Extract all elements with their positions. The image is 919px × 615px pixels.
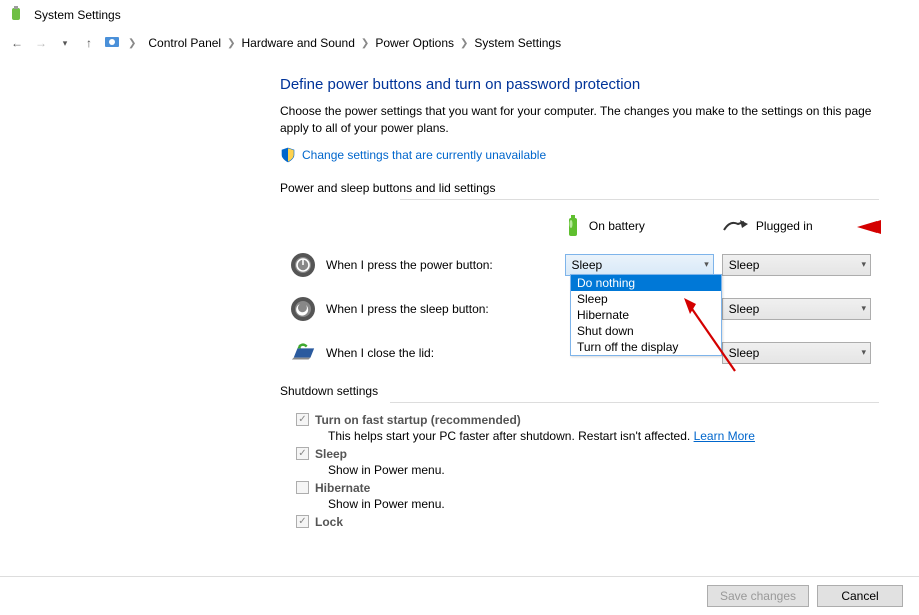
breadcrumb-item[interactable]: Control Panel	[148, 36, 221, 50]
plugged-column-header: Plugged in	[722, 218, 879, 234]
sleep-button-icon	[290, 296, 316, 322]
chevron-right-icon: ❯	[128, 38, 136, 49]
chevron-down-icon: ▾	[704, 259, 709, 270]
dropdown-option[interactable]: Shut down	[571, 323, 721, 339]
dropdown-option[interactable]: Sleep	[571, 291, 721, 307]
divider	[400, 199, 879, 200]
dropdown-option[interactable]: Do nothing	[571, 275, 721, 291]
save-changes-button[interactable]: Save changes	[707, 585, 809, 607]
dropdown-option[interactable]: Turn off the display	[571, 339, 721, 355]
power-table: On battery Plugged in When I press the p…	[290, 214, 879, 366]
lock-checkbox[interactable]	[296, 515, 309, 528]
power-options-icon	[8, 6, 26, 24]
dropdown-value: Sleep	[729, 346, 760, 360]
hibernate-label: Hibernate	[315, 481, 370, 495]
change-settings-link[interactable]: Change settings that are currently unava…	[302, 148, 546, 162]
power-button-label: When I press the power button:	[326, 258, 493, 272]
page-heading: Define power buttons and turn on passwor…	[280, 76, 879, 93]
battery-icon	[565, 214, 581, 238]
hibernate-sub: Show in Power menu.	[328, 497, 879, 511]
chevron-down-icon: ▾	[861, 347, 866, 358]
section-label: Shutdown settings	[280, 384, 879, 398]
main-content: Define power buttons and turn on passwor…	[0, 60, 919, 529]
dropdown-value: Sleep	[729, 302, 760, 316]
titlebar: System Settings	[0, 0, 919, 30]
lock-label: Lock	[315, 515, 343, 529]
power-button-icon	[290, 252, 316, 278]
plug-icon	[722, 218, 748, 234]
admin-link-row: Change settings that are currently unava…	[280, 147, 879, 163]
dropdown-options-list: Do nothing Sleep Hibernate Shut down Tur…	[570, 274, 722, 356]
power-plugged-dropdown[interactable]: Sleep ▾	[722, 254, 871, 276]
breadcrumb: Control Panel ❯ Hardware and Sound ❯ Pow…	[148, 36, 561, 50]
lid-icon	[290, 340, 316, 366]
sleep-button-label: When I press the sleep button:	[326, 302, 489, 316]
power-button-row: When I press the power button: Sleep ▾ S…	[290, 252, 879, 278]
sleep-plugged-dropdown[interactable]: Sleep ▾	[722, 298, 871, 320]
window-title: System Settings	[34, 8, 121, 22]
fast-startup-label: Turn on fast startup (recommended)	[315, 413, 521, 427]
dropdown-option[interactable]: Hibernate	[571, 307, 721, 323]
breadcrumb-item[interactable]: Power Options	[375, 36, 454, 50]
navbar: ← → ▾ ↑ ❯ Control Panel ❯ Hardware and S…	[0, 30, 919, 60]
fast-startup-checkbox[interactable]	[296, 413, 309, 426]
fast-startup-row: Turn on fast startup (recommended) This …	[296, 413, 879, 443]
cancel-button[interactable]: Cancel	[817, 585, 903, 607]
chevron-right-icon: ❯	[227, 38, 235, 49]
section-label: Power and sleep buttons and lid settings	[280, 181, 879, 195]
power-battery-dropdown[interactable]: Sleep ▾	[565, 254, 714, 276]
sleep-sub: Show in Power menu.	[328, 463, 879, 477]
column-headers: On battery Plugged in	[290, 214, 879, 238]
back-button[interactable]: ←	[8, 34, 26, 52]
fast-startup-sub: This helps start your PC faster after sh…	[328, 429, 879, 443]
shutdown-section: Shutdown settings Turn on fast startup (…	[280, 384, 879, 529]
breadcrumb-item[interactable]: System Settings	[474, 36, 561, 50]
chevron-right-icon: ❯	[361, 38, 369, 49]
forward-button[interactable]: →	[32, 34, 50, 52]
page-description: Choose the power settings that you want …	[280, 103, 879, 137]
chevron-right-icon: ❯	[460, 38, 468, 49]
control-panel-icon	[104, 34, 122, 52]
divider	[390, 402, 879, 403]
dropdown-value: Sleep	[572, 258, 603, 272]
battery-column-label: On battery	[589, 219, 645, 233]
plugged-column-label: Plugged in	[756, 219, 813, 233]
battery-column-header: On battery	[565, 214, 722, 238]
sleep-label: Sleep	[315, 447, 347, 461]
sleep-row: Sleep Show in Power menu.	[296, 447, 879, 477]
dropdown-value: Sleep	[729, 258, 760, 272]
lock-row: Lock	[296, 515, 879, 529]
lid-label: When I close the lid:	[326, 346, 434, 360]
sleep-checkbox[interactable]	[296, 447, 309, 460]
shield-icon	[280, 147, 296, 163]
breadcrumb-item[interactable]: Hardware and Sound	[242, 36, 355, 50]
learn-more-link[interactable]: Learn More	[694, 429, 755, 443]
chevron-down-icon: ▾	[861, 259, 866, 270]
up-button[interactable]: ↑	[80, 34, 98, 52]
chevron-down-icon: ▾	[861, 303, 866, 314]
hibernate-row: Hibernate Show in Power menu.	[296, 481, 879, 511]
lid-plugged-dropdown[interactable]: Sleep ▾	[722, 342, 871, 364]
recent-menu-button[interactable]: ▾	[56, 34, 74, 52]
hibernate-checkbox[interactable]	[296, 481, 309, 494]
footer: Save changes Cancel	[0, 576, 919, 615]
